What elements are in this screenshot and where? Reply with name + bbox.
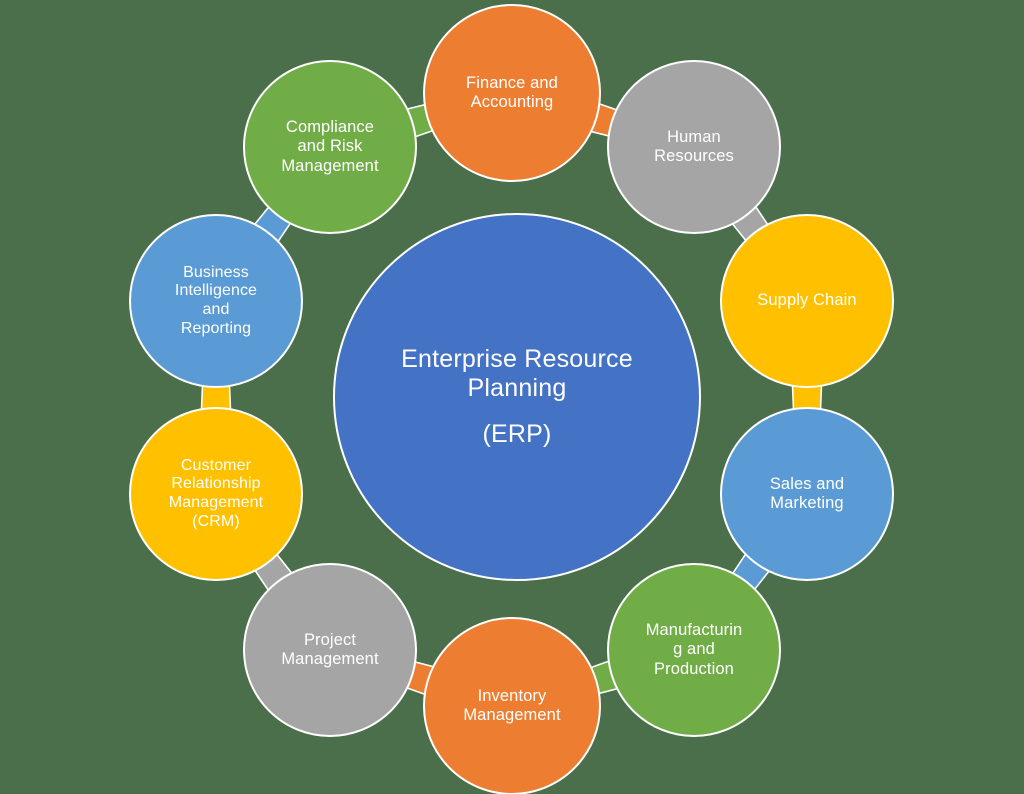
hub-circle-enterprise-resource-planning[interactable]	[333, 213, 701, 581]
node-circle-finance-and-accounting[interactable]	[423, 4, 601, 182]
node-circle-human-resources[interactable]	[607, 60, 781, 234]
erp-diagram-canvas: Enterprise Resource Planning (ERP) Finance …	[0, 0, 1024, 794]
node-circle-manufacturing-and-production[interactable]	[607, 563, 781, 737]
node-circle-sales-and-marketing[interactable]	[720, 407, 894, 581]
node-circle-supply-chain[interactable]	[720, 214, 894, 388]
node-circle-business-intelligence-and-reporting[interactable]	[129, 214, 303, 388]
hub-layer	[333, 213, 701, 581]
node-circle-compliance-and-risk-management[interactable]	[243, 60, 417, 234]
erp-radial-cycle-svg	[129, 4, 894, 794]
node-circle-customer-relationship-management[interactable]	[129, 407, 303, 581]
node-circle-project-management[interactable]	[243, 563, 417, 737]
node-circle-inventory-management[interactable]	[423, 617, 601, 794]
